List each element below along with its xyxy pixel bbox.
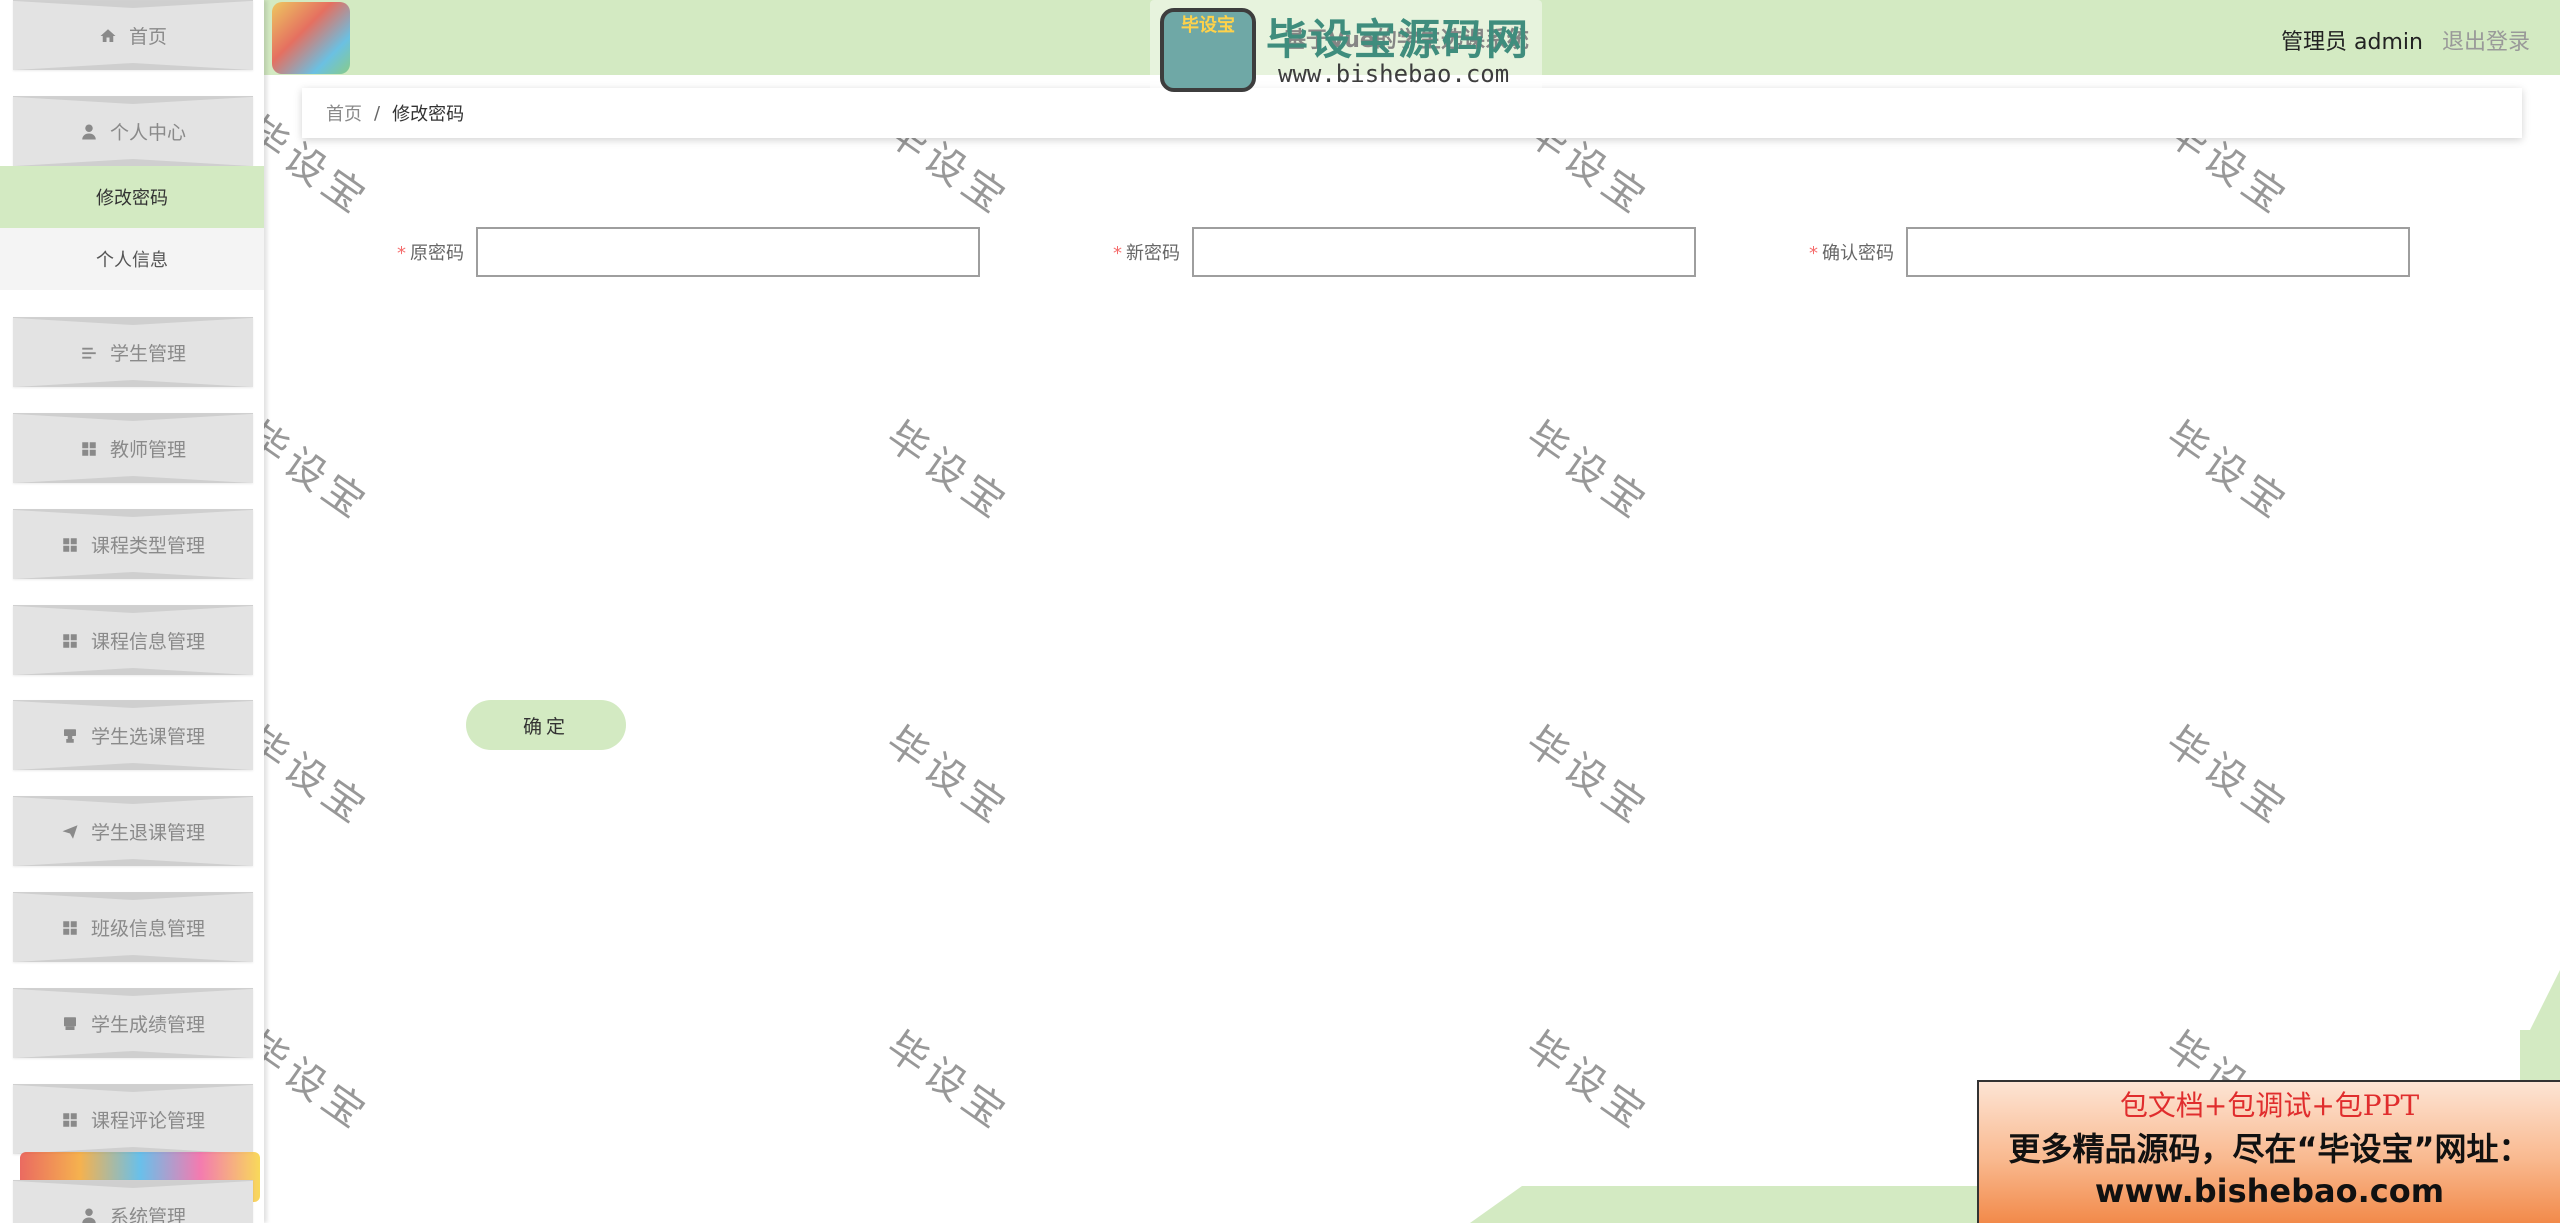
old-password-input[interactable] — [476, 227, 980, 277]
ad-line-1: 包文档+包调试+包PPT — [2119, 1089, 2420, 1122]
sidebar-item-home[interactable]: 首页 — [13, 0, 253, 70]
decorative-bottom-shape — [1470, 1186, 1990, 1223]
grid-icon — [80, 440, 98, 458]
ad-line-2: 更多精品源码，尽在“毕设宝”网址： — [2008, 1130, 2531, 1168]
new-password-input[interactable] — [1192, 227, 1696, 277]
sidebar-item-course-comment-mgmt[interactable]: 课程评论管理 — [13, 1084, 253, 1154]
required-mark: * — [1809, 243, 1818, 264]
breadcrumb-separator: / — [374, 102, 381, 124]
watermark-text: 毕设宝 — [2157, 718, 2298, 836]
submenu-item-personal-info[interactable]: 个人信息 — [0, 228, 264, 290]
watermark-text: 毕设宝 — [2157, 413, 2298, 531]
sidebar-item-course-drop-mgmt[interactable]: 学生退课管理 — [13, 796, 253, 866]
user-icon — [80, 123, 98, 141]
watermark-text: 毕设宝 — [877, 718, 1018, 836]
sidebar-item-label: 课程信息管理 — [90, 631, 205, 653]
confirm-button[interactable]: 确定 — [466, 700, 626, 750]
send-icon — [61, 823, 79, 841]
submenu-item-label: 个人信息 — [96, 250, 168, 271]
form-field-old-password: * 原密码 — [380, 226, 980, 278]
watermark-text: 毕设宝 — [1517, 718, 1658, 836]
sidebar-item-label: 班级信息管理 — [90, 918, 205, 940]
ad-banner[interactable]: 包文档+包调试+包PPT 更多精品源码，尽在“毕设宝”网址： www.bishe… — [1977, 1080, 2560, 1223]
sidebar-item-course-type-mgmt[interactable]: 课程类型管理 — [13, 509, 253, 579]
brand-name: 毕设宝源码网 — [1266, 15, 1531, 64]
sidebar-item-label: 个人中心 — [109, 122, 186, 144]
required-mark: * — [1113, 243, 1122, 264]
required-mark: * — [397, 243, 406, 264]
sidebar-item-course-selection-mgmt[interactable]: 学生选课管理 — [13, 700, 253, 770]
watermark-text: 毕设宝 — [1517, 1023, 1658, 1141]
brand-watermark: 毕设宝 毕设宝源码网 www.bishebao.com — [1150, 0, 1542, 92]
breadcrumb: 首页 / 修改密码 — [302, 88, 2522, 138]
sidebar-item-label: 首页 — [128, 26, 167, 48]
sidebar-item-label: 系统管理 — [109, 1206, 186, 1223]
sidebar-item-course-info-mgmt[interactable]: 课程信息管理 — [13, 605, 253, 675]
grid-icon — [61, 919, 79, 937]
sidebar-item-system-mgmt[interactable]: 系统管理 — [13, 1180, 253, 1223]
user-area: 管理员 admin 退出登录 — [2281, 24, 2530, 56]
form-field-new-password: * 新密码 — [1096, 226, 1696, 278]
confirm-password-label: * 确认密码 — [1809, 243, 1894, 264]
home-icon — [99, 27, 117, 45]
sidebar-item-label: 教师管理 — [109, 439, 186, 461]
sidebar-item-label: 学生选课管理 — [90, 726, 205, 748]
submenu-item-label: 修改密码 — [96, 188, 168, 209]
new-password-label: * 新密码 — [1113, 243, 1180, 264]
sidebar-item-label: 学生退课管理 — [90, 822, 205, 844]
sidebar-item-label: 学生成绩管理 — [90, 1014, 205, 1036]
app-logo — [272, 2, 350, 74]
grid-icon — [61, 632, 79, 650]
sidebar-item-label: 学生管理 — [109, 343, 186, 365]
form-field-confirm-password: * 确认密码 — [1788, 226, 2410, 278]
old-password-label: * 原密码 — [397, 243, 464, 264]
grid-icon — [61, 536, 79, 554]
sidebar-item-grade-mgmt[interactable]: 学生成绩管理 — [13, 988, 253, 1058]
sidebar-item-label: 课程类型管理 — [90, 535, 205, 557]
chair-icon — [61, 1015, 79, 1033]
watermark-text: 毕设宝 — [1517, 413, 1658, 531]
watermark-text: 毕设宝 — [877, 1023, 1018, 1141]
brand-badge: 毕设宝 — [1160, 8, 1256, 92]
user-icon — [80, 1207, 98, 1223]
sidebar-item-student-mgmt[interactable]: 学生管理 — [13, 317, 253, 387]
sidebar-item-label: 课程评论管理 — [90, 1110, 205, 1132]
watermark-text: 毕设宝 — [877, 413, 1018, 531]
submenu-item-change-password[interactable]: 修改密码 — [0, 166, 264, 228]
breadcrumb-current: 修改密码 — [392, 104, 465, 125]
brand-url: www.bishebao.com — [1278, 60, 1510, 88]
logout-link[interactable]: 退出登录 — [2442, 30, 2530, 55]
sidebar-item-class-info-mgmt[interactable]: 班级信息管理 — [13, 892, 253, 962]
current-user: 管理员 admin — [2281, 30, 2423, 55]
breadcrumb-home[interactable]: 首页 — [326, 100, 362, 126]
ad-line-3: www.bishebao.com — [2094, 1172, 2445, 1210]
list-icon — [80, 344, 98, 362]
confirm-password-input[interactable] — [1906, 227, 2410, 277]
sidebar-item-teacher-mgmt[interactable]: 教师管理 — [13, 413, 253, 483]
sidebar: 首页 个人中心 修改密码 个人信息 学生管理 教师管理 课程类型管理 课程信息管… — [0, 0, 264, 1223]
sidebar-item-personal-center[interactable]: 个人中心 — [13, 96, 253, 166]
grid-icon — [61, 1111, 79, 1129]
chair-icon — [61, 727, 79, 745]
